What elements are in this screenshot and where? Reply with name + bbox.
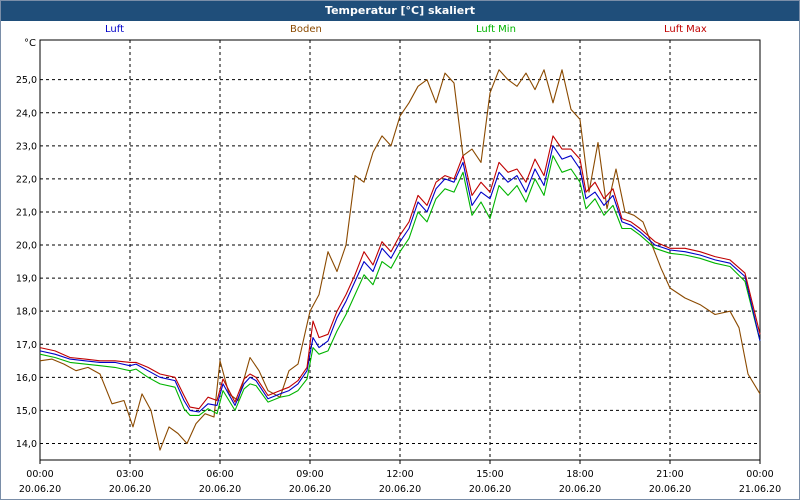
x-tick-date: 20.06.20: [289, 484, 331, 495]
x-tick-date: 20.06.20: [19, 484, 61, 495]
x-tick-time: 15:00: [476, 469, 503, 480]
y-tick-label: 23,0: [16, 141, 37, 152]
y-tick-label: 16,0: [16, 373, 37, 384]
y-tick-label: 22,0: [16, 174, 37, 185]
x-tick-date: 20.06.20: [379, 484, 421, 495]
x-tick-time: 00:00: [26, 469, 53, 480]
chart-plot: 14,0 15,0 16,0 17,0 18,0 19,0 20,0 21,0 22,0 23,0…: [16, 39, 781, 495]
x-tick-date: 21.06.20: [739, 484, 781, 495]
x-tick-time: 09:00: [296, 469, 323, 480]
y-tick-label: 18,0: [16, 307, 37, 318]
y-tick-label: 24,0: [16, 108, 37, 119]
x-tick-time: 00:00: [746, 469, 773, 480]
x-tick-date: 20.06.20: [109, 484, 151, 495]
y-tick-label: 17,0: [16, 340, 37, 351]
y-tick-label: 15,0: [16, 406, 37, 417]
x-tick-time: 03:00: [116, 469, 143, 480]
x-tick-date: 20.06.20: [469, 484, 511, 495]
x-tick-date: 20.06.20: [199, 484, 241, 495]
x-tick-time: 06:00: [206, 469, 233, 480]
y-tick-label: 19,0: [16, 274, 37, 285]
x-tick-time: 21:00: [656, 469, 683, 480]
x-tick-date: 20.06.20: [649, 484, 691, 495]
y-tick-label: 21,0: [16, 207, 37, 218]
y-tick-label: 14,0: [16, 439, 37, 450]
y-tick-label: 20,0: [16, 241, 37, 252]
x-tick-time: 12:00: [386, 469, 413, 480]
y-tick-label: 25,0: [16, 75, 37, 86]
x-tick-date: 20.06.20: [559, 484, 601, 495]
x-tick-time: 18:00: [566, 469, 593, 480]
